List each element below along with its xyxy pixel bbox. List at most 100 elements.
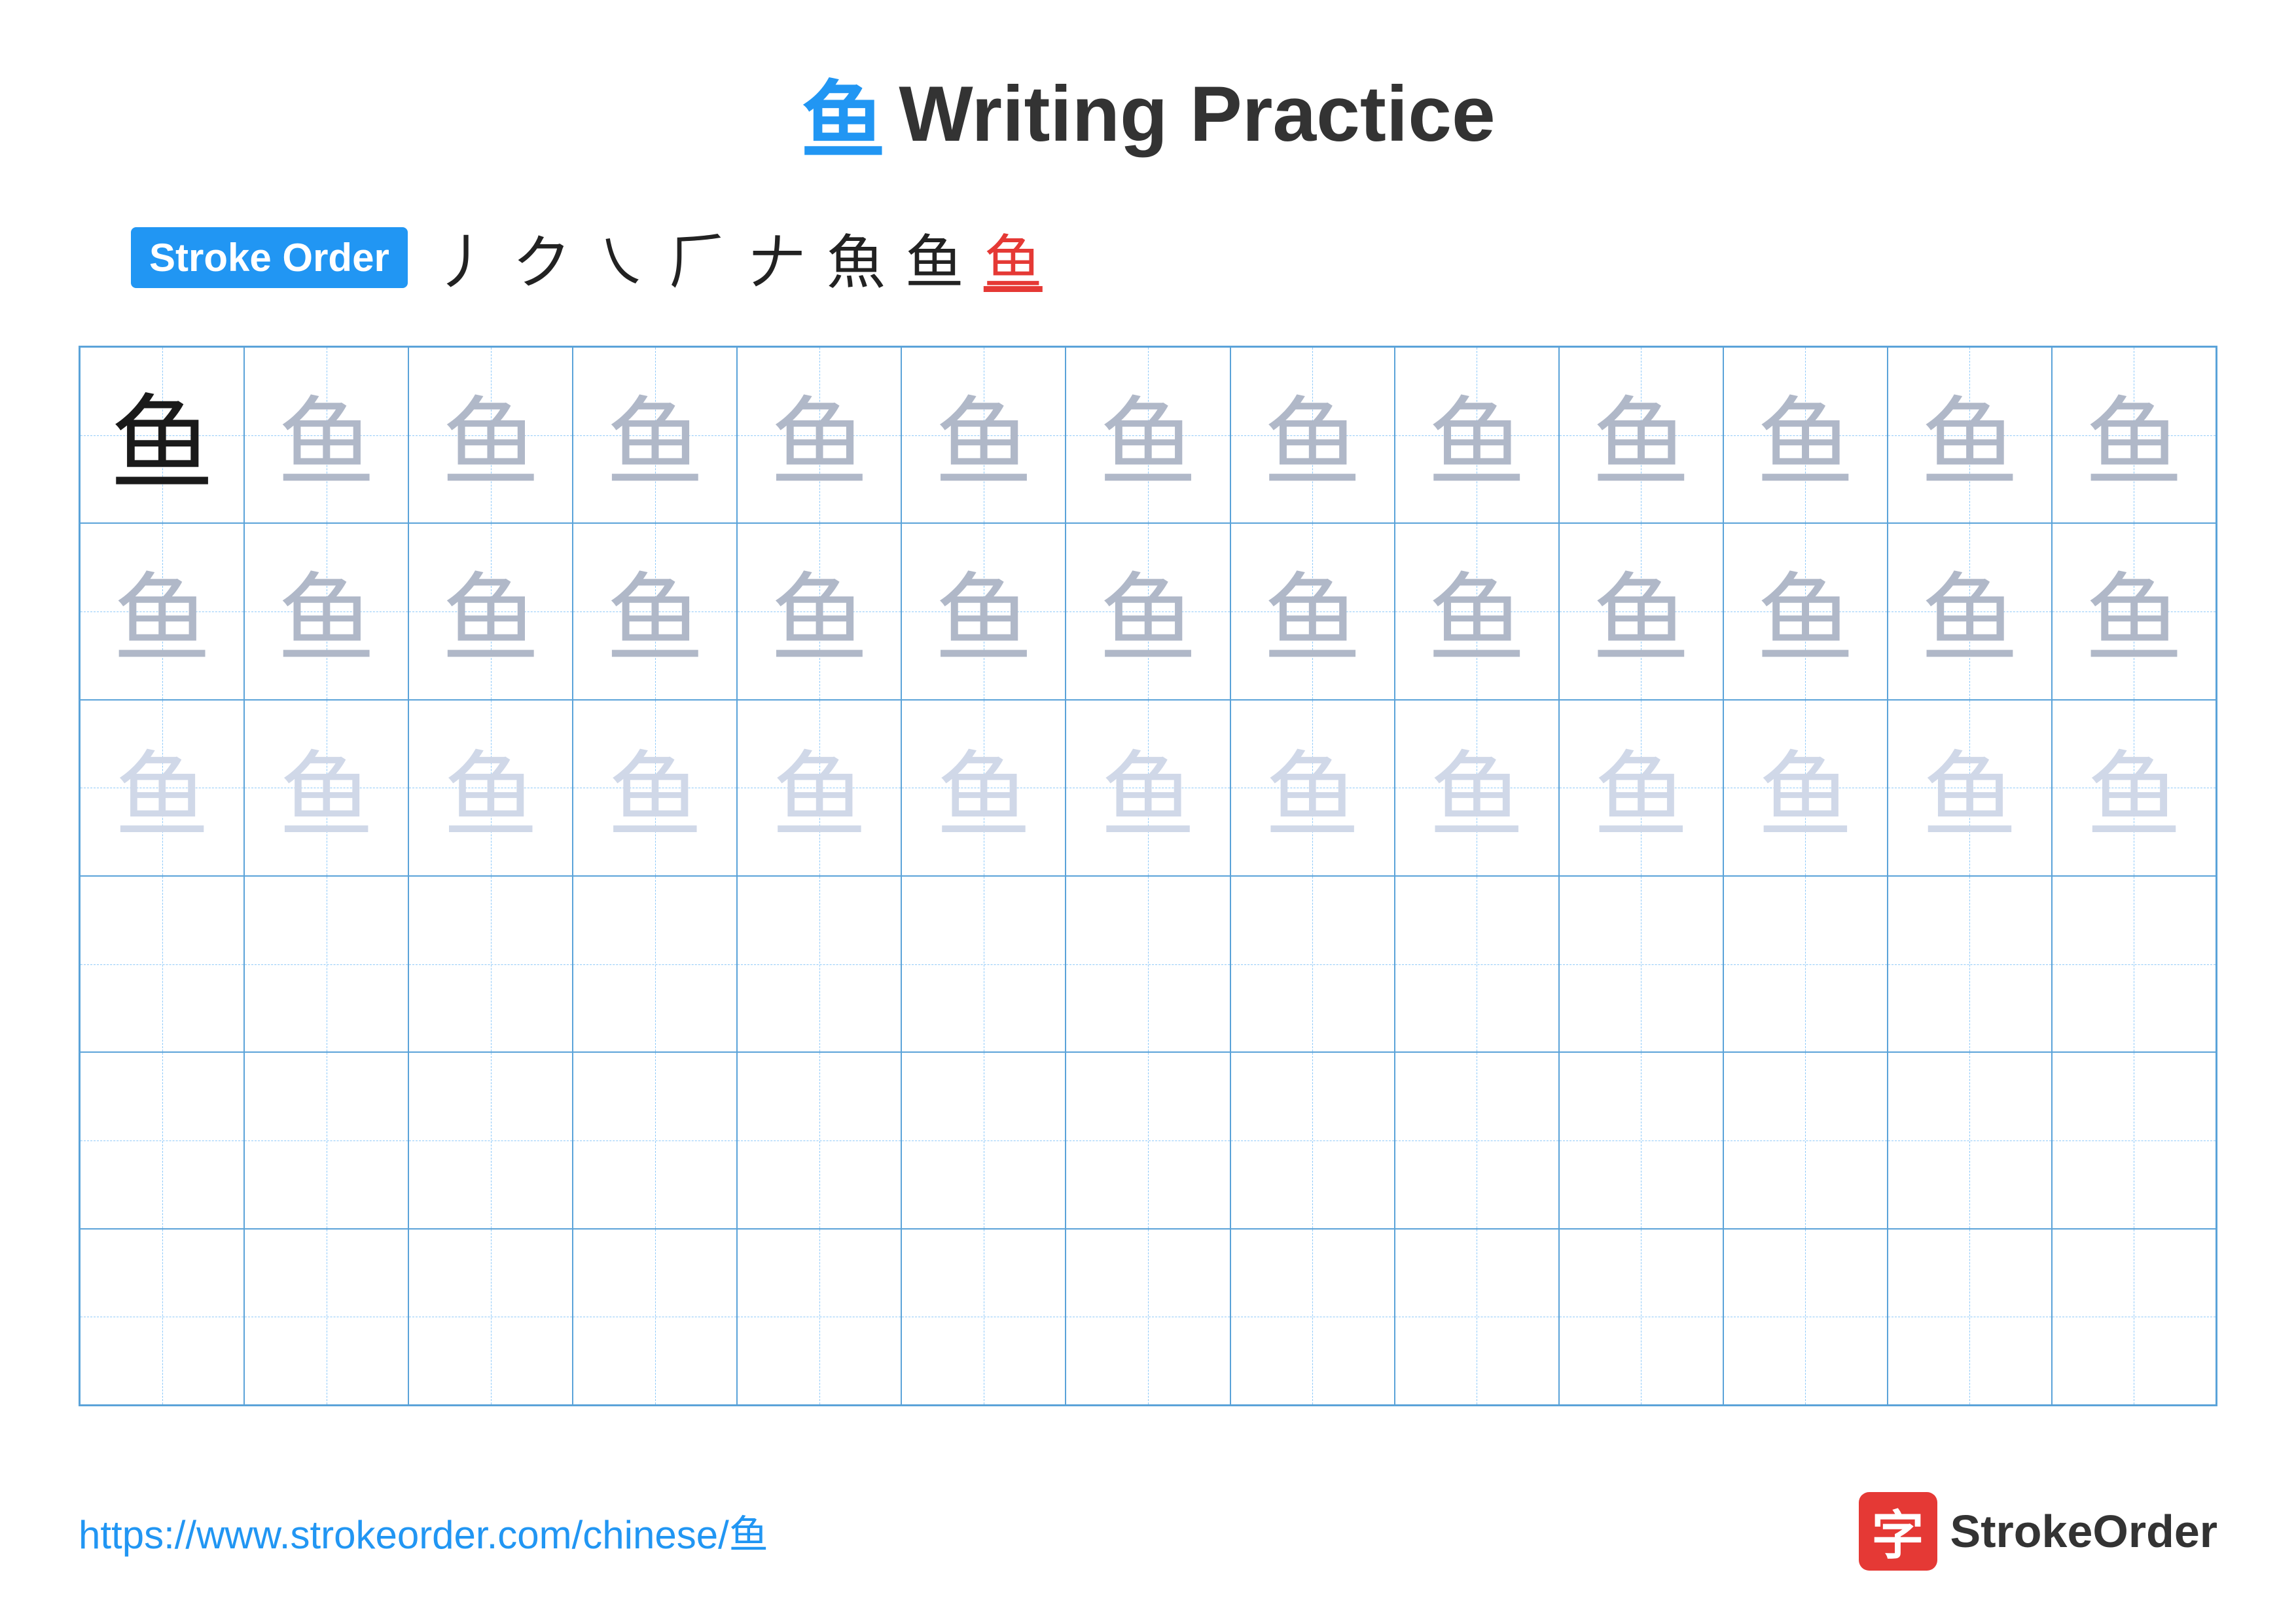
grid-cell: [80, 1229, 244, 1405]
grid-cell: [1723, 876, 1888, 1052]
grid-cell: [408, 1052, 573, 1228]
cell-character: 鱼: [278, 540, 376, 682]
grid-cell: [1888, 1052, 2052, 1228]
grid-cell: [244, 1052, 408, 1228]
grid-cell: 鱼: [244, 347, 408, 523]
cell-character: 鱼: [1592, 364, 1690, 506]
page: 鱼 Writing Practice Stroke Order 丿 ク ㇏ 𠂆 …: [0, 0, 2296, 1623]
cell-character: 鱼: [279, 719, 374, 856]
stroke-8: 鱼: [984, 215, 1043, 300]
cell-character: 鱼: [1429, 719, 1524, 856]
stroke-order-row: Stroke Order 丿 ク ㇏ 𠂆 𠂇 魚 鱼 鱼: [131, 215, 1043, 300]
grid-cell: [408, 876, 573, 1052]
grid-cell: [737, 1052, 901, 1228]
footer: https://www.strokeorder.com/chinese/鱼 字 …: [79, 1492, 2217, 1571]
cell-character: 鱼: [442, 540, 540, 682]
cell-character: 鱼: [1594, 719, 1689, 856]
logo-text: StrokeOrder: [1950, 1505, 2217, 1558]
grid-cell: [1066, 1229, 1230, 1405]
cell-character: 鱼: [1427, 364, 1526, 506]
grid-cell: [1395, 1052, 1559, 1228]
grid-cell: 鱼: [901, 347, 1066, 523]
grid-cell: 鱼: [1066, 523, 1230, 699]
logo-char: 字: [1872, 1493, 1924, 1569]
stroke-6: 魚: [827, 215, 886, 300]
cell-character: 鱼: [935, 364, 1033, 506]
grid-cell: 鱼: [1888, 523, 2052, 699]
cell-character: 鱼: [772, 719, 867, 856]
grid-cell: 鱼: [2052, 700, 2216, 876]
cell-character: 鱼: [1592, 540, 1690, 682]
cell-character: 鱼: [1265, 719, 1360, 856]
grid-cell: 鱼: [80, 523, 244, 699]
cell-character: 鱼: [1263, 540, 1361, 682]
grid-cell: [80, 1052, 244, 1228]
logo-icon: 字: [1859, 1492, 1937, 1571]
grid-cell: [901, 1229, 1066, 1405]
grid-cell: [1559, 876, 1723, 1052]
cell-character: 鱼: [2087, 719, 2181, 856]
grid-cell: [1888, 1229, 2052, 1405]
grid-cell: [244, 1229, 408, 1405]
grid-cell: 鱼: [1559, 347, 1723, 523]
grid-cell: [408, 1229, 573, 1405]
grid-cell: 鱼: [737, 700, 901, 876]
grid-cell: [1066, 1052, 1230, 1228]
cell-character: 鱼: [1263, 364, 1361, 506]
grid-cell: 鱼: [244, 700, 408, 876]
grid-cell: 鱼: [1723, 700, 1888, 876]
grid-cell: [573, 876, 737, 1052]
grid-cell: [573, 1229, 737, 1405]
grid-cell: 鱼: [1395, 700, 1559, 876]
grid-cell: [1559, 1229, 1723, 1405]
stroke-4: 𠂆: [670, 215, 728, 300]
grid-cell: 鱼: [1559, 523, 1723, 699]
grid-cell: [2052, 1052, 2216, 1228]
grid-cell: 鱼: [1395, 347, 1559, 523]
stroke-chars: 丿 ク ㇏ 𠂆 𠂇 魚 鱼 鱼: [434, 215, 1043, 300]
grid-cell: 鱼: [2052, 523, 2216, 699]
cell-character: 鱼: [1099, 540, 1197, 682]
cell-character: 鱼: [1922, 719, 2017, 856]
grid-cell: [1230, 876, 1395, 1052]
cell-character: 鱼: [936, 719, 1031, 856]
grid-cell: [573, 1052, 737, 1228]
grid-cell: [901, 876, 1066, 1052]
grid-cell: [1066, 876, 1230, 1052]
grid-cell: [244, 876, 408, 1052]
grid-cell: 鱼: [737, 347, 901, 523]
cell-character: 鱼: [1920, 540, 2018, 682]
grid-cell: [1723, 1229, 1888, 1405]
grid-cell: [737, 1229, 901, 1405]
grid-cell: 鱼: [408, 347, 573, 523]
grid-cell: 鱼: [1723, 523, 1888, 699]
grid-cell: 鱼: [901, 523, 1066, 699]
stroke-7: 鱼: [905, 215, 964, 300]
grid-cell: 鱼: [1066, 347, 1230, 523]
cell-character: 鱼: [1099, 364, 1197, 506]
grid-cell: [1230, 1052, 1395, 1228]
grid-cell: 鱼: [408, 523, 573, 699]
cell-character: 鱼: [110, 359, 215, 511]
grid-cell: [1723, 1052, 1888, 1228]
cell-character: 鱼: [935, 540, 1033, 682]
cell-character: 鱼: [2085, 364, 2183, 506]
cell-character: 鱼: [1756, 364, 1854, 506]
cell-character: 鱼: [1758, 719, 1853, 856]
grid-cell: 鱼: [244, 523, 408, 699]
grid-cell: 鱼: [901, 700, 1066, 876]
stroke-5: 𠂇: [748, 215, 807, 300]
cell-character: 鱼: [1100, 719, 1195, 856]
grid-cell: 鱼: [1888, 700, 2052, 876]
grid-cell: [1559, 1052, 1723, 1228]
cell-character: 鱼: [278, 364, 376, 506]
title-chinese-char: 鱼: [800, 52, 886, 175]
grid-cell: 鱼: [1888, 347, 2052, 523]
grid-cell: [901, 1052, 1066, 1228]
cell-character: 鱼: [770, 364, 869, 506]
grid-cell: 鱼: [737, 523, 901, 699]
cell-character: 鱼: [1920, 364, 2018, 506]
grid-cell: 鱼: [573, 347, 737, 523]
grid-cell: [80, 876, 244, 1052]
cell-character: 鱼: [607, 719, 702, 856]
